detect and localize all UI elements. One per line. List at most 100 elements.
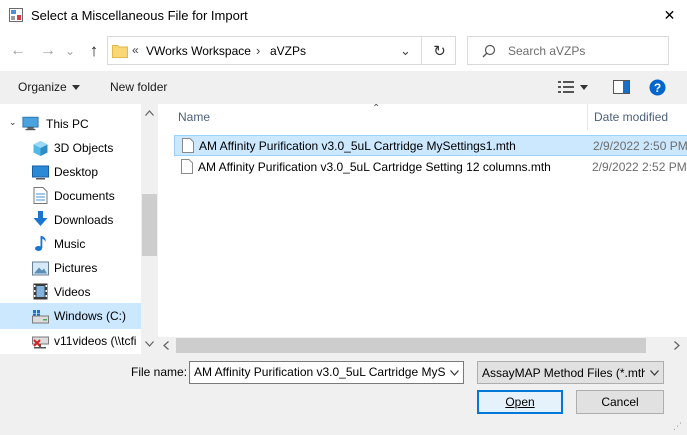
app-icon (9, 8, 23, 22)
sidebar-item-documents[interactable]: Documents (0, 184, 141, 208)
preview-pane-button[interactable] (613, 80, 630, 97)
caret-down-icon (71, 84, 80, 90)
scroll-left-arrow-icon[interactable] (163, 341, 169, 350)
preview-pane-icon (613, 80, 630, 94)
folder-icon (112, 45, 128, 58)
file-row[interactable]: AM Affinity Purification v3.0_5uL Cartri… (174, 135, 687, 156)
column-header-label: Date modified (594, 110, 669, 124)
back-arrow-icon: ← (10, 42, 26, 59)
open-button-label: Open (505, 395, 535, 409)
file-type-value: AssayMAP Method Files (*.mth) (482, 366, 652, 380)
file-name-label: File name: (131, 365, 188, 379)
3d-objects-icon (33, 141, 48, 156)
search-box[interactable]: Search aVZPs (467, 36, 669, 65)
sidebar-item-label: Windows (C:) (54, 309, 127, 323)
sidebar-item-network-drive[interactable]: v11videos (\\tcfi (0, 329, 141, 353)
close-icon: ✕ (663, 7, 676, 23)
file-type-select[interactable]: AssayMAP Method Files (*.mth) (477, 361, 664, 384)
file-name-input[interactable]: AM Affinity Purification v3.0_5uL Cartri… (189, 361, 464, 384)
videos-icon (33, 283, 48, 300)
file-name: AM Affinity Purification v3.0_5uL Cartri… (199, 139, 516, 153)
caret-down-icon (580, 84, 588, 90)
navigation-pane-scrollbar[interactable] (141, 104, 158, 354)
cancel-button-label: Cancel (601, 395, 639, 409)
chevron-down-icon (649, 369, 659, 376)
search-icon (482, 44, 496, 58)
sidebar-item-label: 3D Objects (54, 141, 114, 155)
recent-locations-button[interactable]: ⌄ (62, 40, 78, 62)
scroll-thumb[interactable] (176, 338, 646, 353)
sidebar-item-desktop[interactable]: Desktop (0, 160, 141, 184)
sidebar-item-label: Videos (54, 285, 91, 299)
sidebar-item-label: v11videos (\\tcfi (54, 334, 137, 348)
chevron-down-icon (450, 369, 459, 376)
file-list-horizontal-scrollbar[interactable] (158, 337, 687, 354)
sidebar-item-label: Documents (54, 189, 115, 203)
sidebar-item-pictures[interactable]: Pictures (0, 256, 141, 280)
file-icon (181, 159, 193, 174)
column-divider[interactable] (587, 104, 588, 130)
breadcrumb-vworks-workspace[interactable]: VWorks Workspace (146, 44, 251, 58)
view-options-button[interactable] (558, 80, 588, 94)
navigation-pane: ⌄ This PC 3D Objects Desktop Documents D… (0, 104, 158, 354)
organize-label: Organize (18, 80, 67, 94)
breadcrumb-overflow-icon[interactable]: « (132, 43, 139, 57)
column-header-label: Name (178, 110, 211, 124)
resize-grip-icon[interactable]: ⋰ (673, 421, 682, 432)
pc-icon (22, 116, 39, 131)
sidebar-item-3d-objects[interactable]: 3D Objects (0, 136, 141, 160)
collapse-chevron-icon[interactable]: ⌄ (9, 117, 17, 128)
address-bar[interactable]: « VWorks Workspace › aVZPs ⌄ (107, 36, 456, 65)
desktop-icon (32, 165, 49, 180)
file-date: 2/9/2022 2:52 PM (592, 160, 687, 174)
breadcrumb-separator[interactable]: › (256, 43, 260, 58)
sidebar-item-label: Downloads (54, 213, 114, 227)
scroll-right-arrow-icon[interactable] (674, 341, 680, 350)
scroll-thumb[interactable] (142, 194, 157, 256)
file-name: AM Affinity Purification v3.0_5uL Cartri… (198, 160, 551, 174)
details-view-icon (558, 81, 574, 93)
address-dropdown-icon[interactable]: ⌄ (400, 43, 411, 59)
sidebar-item-this-pc[interactable]: ⌄ This PC (0, 112, 141, 136)
downloads-icon (33, 211, 48, 226)
breadcrumb-avzps[interactable]: aVZPs (270, 44, 306, 58)
chevron-down-icon: ⌄ (64, 44, 76, 58)
open-button[interactable]: Open (477, 390, 563, 414)
sidebar-item-windows-c[interactable]: Windows (C:) (0, 303, 141, 329)
pictures-icon (32, 261, 49, 276)
music-icon (35, 236, 46, 251)
up-arrow-icon: ↑ (89, 41, 99, 60)
organize-menu[interactable]: Organize (18, 80, 80, 94)
column-header-date-modified[interactable]: Date modified (594, 104, 668, 130)
file-icon (182, 138, 194, 153)
sidebar-item-downloads[interactable]: Downloads (0, 208, 141, 232)
file-name-value: AM Affinity Purification v3.0_5uL Cartri… (194, 365, 463, 379)
scroll-up-arrow-icon[interactable] (145, 110, 154, 116)
drive-icon (32, 310, 49, 324)
file-type-dropdown-button[interactable] (645, 362, 663, 383)
svg-text:?: ? (654, 81, 661, 95)
file-list: ⌃ Name Date modified AM Affinity Purific… (158, 104, 687, 354)
new-folder-button[interactable]: New folder (110, 80, 167, 94)
file-row[interactable]: AM Affinity Purification v3.0_5uL Cartri… (174, 157, 687, 178)
forward-arrow-icon: → (40, 42, 56, 59)
forward-button[interactable]: → (37, 40, 59, 62)
refresh-button[interactable]: ↻ (421, 36, 457, 65)
scroll-down-arrow-icon[interactable] (145, 341, 154, 347)
search-placeholder: Search aVZPs (508, 44, 586, 58)
sidebar-item-label: Music (54, 237, 86, 251)
network-drive-icon (32, 336, 49, 349)
file-date: 2/9/2022 2:50 PM (593, 139, 687, 153)
back-button[interactable]: ← (7, 40, 29, 62)
sidebar-item-videos[interactable]: Videos (0, 280, 141, 304)
column-header-name[interactable]: Name (178, 104, 210, 130)
up-button[interactable]: ↑ (83, 40, 105, 62)
sidebar-item-label: Pictures (54, 261, 98, 275)
help-button[interactable]: ? (649, 79, 666, 99)
close-button[interactable]: ✕ (652, 0, 687, 31)
help-icon: ? (649, 79, 666, 96)
sidebar-item-label: This PC (46, 117, 89, 131)
cancel-button[interactable]: Cancel (576, 390, 664, 414)
sidebar-item-music[interactable]: Music (0, 232, 141, 256)
file-name-dropdown-button[interactable] (446, 362, 463, 383)
